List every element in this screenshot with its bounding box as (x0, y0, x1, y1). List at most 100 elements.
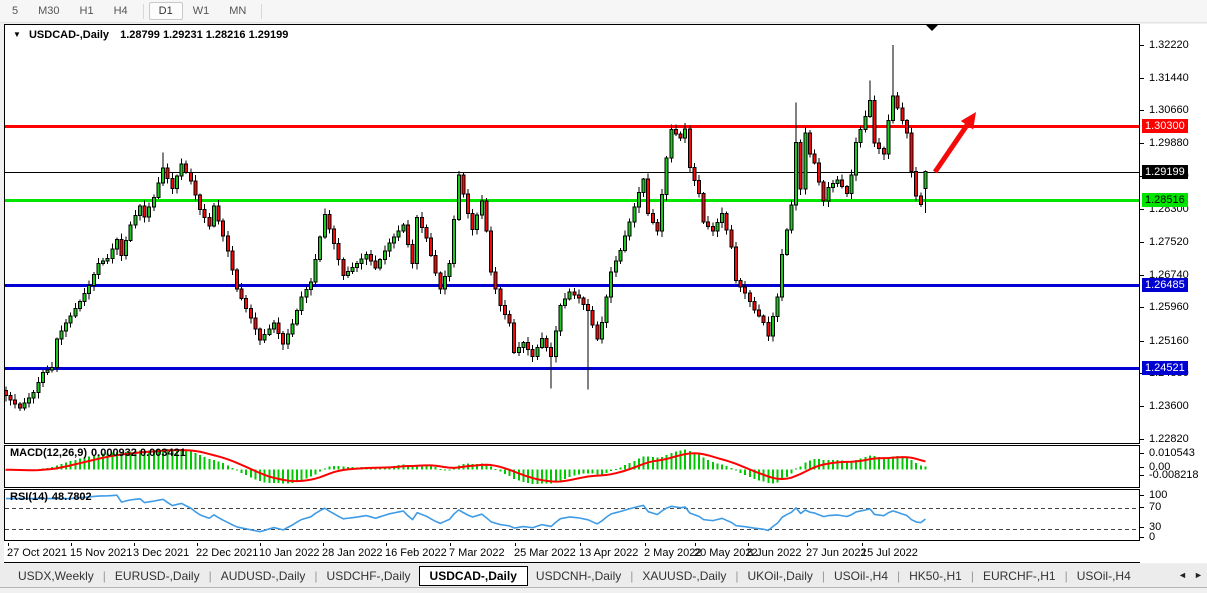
date-tick (134, 543, 135, 546)
chart-window: ▼ USDCAD-,Daily 1.28799 1.29231 1.28216 … (4, 24, 1207, 563)
date-label: 15 Nov 2021 (70, 547, 132, 559)
timeframe-button-mn[interactable]: MN (219, 2, 256, 20)
date-tick (8, 543, 9, 546)
tab-usoil-h4[interactable]: USOil-,H4 (826, 567, 896, 585)
date-tick (323, 543, 324, 546)
rsi-tick (1140, 527, 1144, 528)
price-badge-1.29199: 1.29199 (1142, 165, 1188, 179)
date-label: 2 May 2022 (644, 547, 701, 559)
date-label: 27 Oct 2021 (7, 547, 67, 559)
triangle-marker-icon (926, 25, 938, 31)
date-label: 15 Jul 2022 (861, 547, 918, 559)
price-badge-1.24521: 1.24521 (1142, 361, 1188, 375)
main-chart-plot[interactable] (5, 25, 1139, 443)
timeframe-toolbar: 5M30H1H4 D1W1MN (0, 0, 1207, 23)
rsi-tick-label: 100 (1149, 489, 1167, 501)
tab-usdx-weekly[interactable]: USDX,Weekly (10, 567, 102, 585)
price-tick-label: 1.31440 (1149, 72, 1189, 84)
candles-group (5, 45, 927, 411)
rsi-tick-label: 70 (1149, 501, 1161, 513)
hlines-group (5, 127, 1139, 369)
tab-xauusd-daily[interactable]: XAUUSD-,Daily (634, 567, 734, 585)
date-tick (748, 543, 749, 546)
date-label: 8 Jun 2022 (747, 547, 801, 559)
date-tick (260, 543, 261, 546)
price-tick-label: 1.25160 (1149, 335, 1189, 347)
chart-title-symbol: USDCAD-,Daily (29, 29, 109, 41)
timeframe-button-w1[interactable]: W1 (183, 2, 220, 20)
timeframe-button-5[interactable]: 5 (2, 2, 28, 20)
date-tick (807, 543, 808, 546)
tab-usoil-h4[interactable]: USOil-,H4 (1069, 567, 1139, 585)
rsi-plot (5, 490, 1139, 540)
tab-usdcad-daily[interactable]: USDCAD-,Daily (419, 566, 528, 586)
date-label: 27 Jun 2022 (806, 547, 867, 559)
trend-arrow-shaft[interactable] (935, 125, 967, 172)
date-axis: 27 Oct 202115 Nov 20213 Dec 2021 22 Dec 2… (4, 543, 1140, 563)
price-axis: 1.322201.314401.306601.298801.291001.283… (1140, 24, 1207, 563)
rsi-tick-label: 0 (1149, 531, 1155, 543)
tab-usdchf-daily[interactable]: USDCHF-,Daily (319, 567, 419, 585)
date-label: 25 Mar 2022 (514, 547, 576, 559)
window-bottom-strip (0, 588, 1207, 593)
price-tick (1140, 439, 1144, 440)
macd-tick (1140, 453, 1144, 454)
date-label: 13 Apr 2022 (579, 547, 638, 559)
date-label: 28 Jan 2022 (322, 547, 383, 559)
date-label: 7 Mar 2022 (449, 547, 505, 559)
tab-audusd-daily[interactable]: AUDUSD-,Daily (213, 567, 314, 585)
chart-tab-bar: USDX,Weekly|EURUSD-,Daily|AUDUSD-,Daily|… (0, 564, 1207, 588)
price-tick-label: 1.29880 (1149, 137, 1189, 149)
price-badge-1.28516: 1.28516 (1142, 193, 1188, 207)
macd-tick-label: 0.010543 (1149, 447, 1195, 459)
rsi-tick (1140, 495, 1144, 496)
tab-hk50-h1[interactable]: HK50-,H1 (901, 567, 970, 585)
date-label: 10 Jan 2022 (259, 547, 320, 559)
tab-eurchf-h1[interactable]: EURCHF-,H1 (975, 567, 1064, 585)
price-tick-label: 1.25960 (1149, 301, 1189, 313)
chart-title-ohlc: 1.28799 1.29231 1.28216 1.29199 (120, 29, 288, 41)
tab-usdcnh-daily[interactable]: USDCNH-,Daily (528, 567, 629, 585)
mt4-window: 5M30H1H4 D1W1MN ▼ USDCAD-,Daily 1.28799 1… (0, 0, 1207, 593)
date-tick (645, 543, 646, 546)
price-panel (4, 24, 1140, 444)
timeframe-button-h1[interactable]: H1 (70, 2, 104, 20)
price-badge-1.26485: 1.26485 (1142, 278, 1188, 292)
date-tick (580, 543, 581, 546)
tab-ukoil-daily[interactable]: UKOil-,Daily (740, 567, 821, 585)
macd-tick (1140, 467, 1144, 468)
price-tick (1140, 307, 1144, 308)
timeframe-button-d1[interactable]: D1 (149, 2, 183, 20)
date-label: 3 Dec 2021 (133, 547, 189, 559)
price-tick (1140, 275, 1144, 276)
date-label: 22 Dec 2021 (196, 547, 258, 559)
price-tick-label: 1.27520 (1149, 236, 1189, 248)
macd-label: MACD(12,26,9)0.000932 0.003421 (10, 447, 186, 459)
date-label: 16 Feb 2022 (385, 547, 447, 559)
rsi-line (6, 495, 925, 531)
price-tick (1140, 406, 1144, 407)
rsi-label: RSI(14)48.7802 (10, 491, 92, 503)
rsi-tick (1140, 537, 1144, 538)
rsi-tick (1140, 507, 1144, 508)
timeframe-button-h4[interactable]: H4 (104, 2, 138, 20)
date-tick (695, 543, 696, 546)
chart-collapse-triangle-icon[interactable]: ▼ (13, 30, 21, 39)
price-tick (1140, 110, 1144, 111)
timeframe-button-m30[interactable]: M30 (28, 2, 69, 20)
price-tick (1140, 78, 1144, 79)
price-tick (1140, 242, 1144, 243)
price-tick (1140, 45, 1144, 46)
price-badge-1.30300: 1.30300 (1142, 119, 1188, 133)
date-tick (450, 543, 451, 546)
date-tick (515, 543, 516, 546)
date-tick (862, 543, 863, 546)
toolbar-separator (261, 4, 262, 19)
toolbar-separator (143, 4, 144, 19)
tab-eurusd-daily[interactable]: EURUSD-,Daily (107, 567, 208, 585)
price-tick-label: 1.30660 (1149, 104, 1189, 116)
tab-scroll-right-button[interactable]: ► (1194, 570, 1203, 580)
rsi-panel (4, 489, 1140, 541)
chart-title: ▼ USDCAD-,Daily 1.28799 1.29231 1.28216 … (13, 29, 288, 41)
tab-scroll-left-button[interactable]: ◄ (1178, 570, 1187, 580)
